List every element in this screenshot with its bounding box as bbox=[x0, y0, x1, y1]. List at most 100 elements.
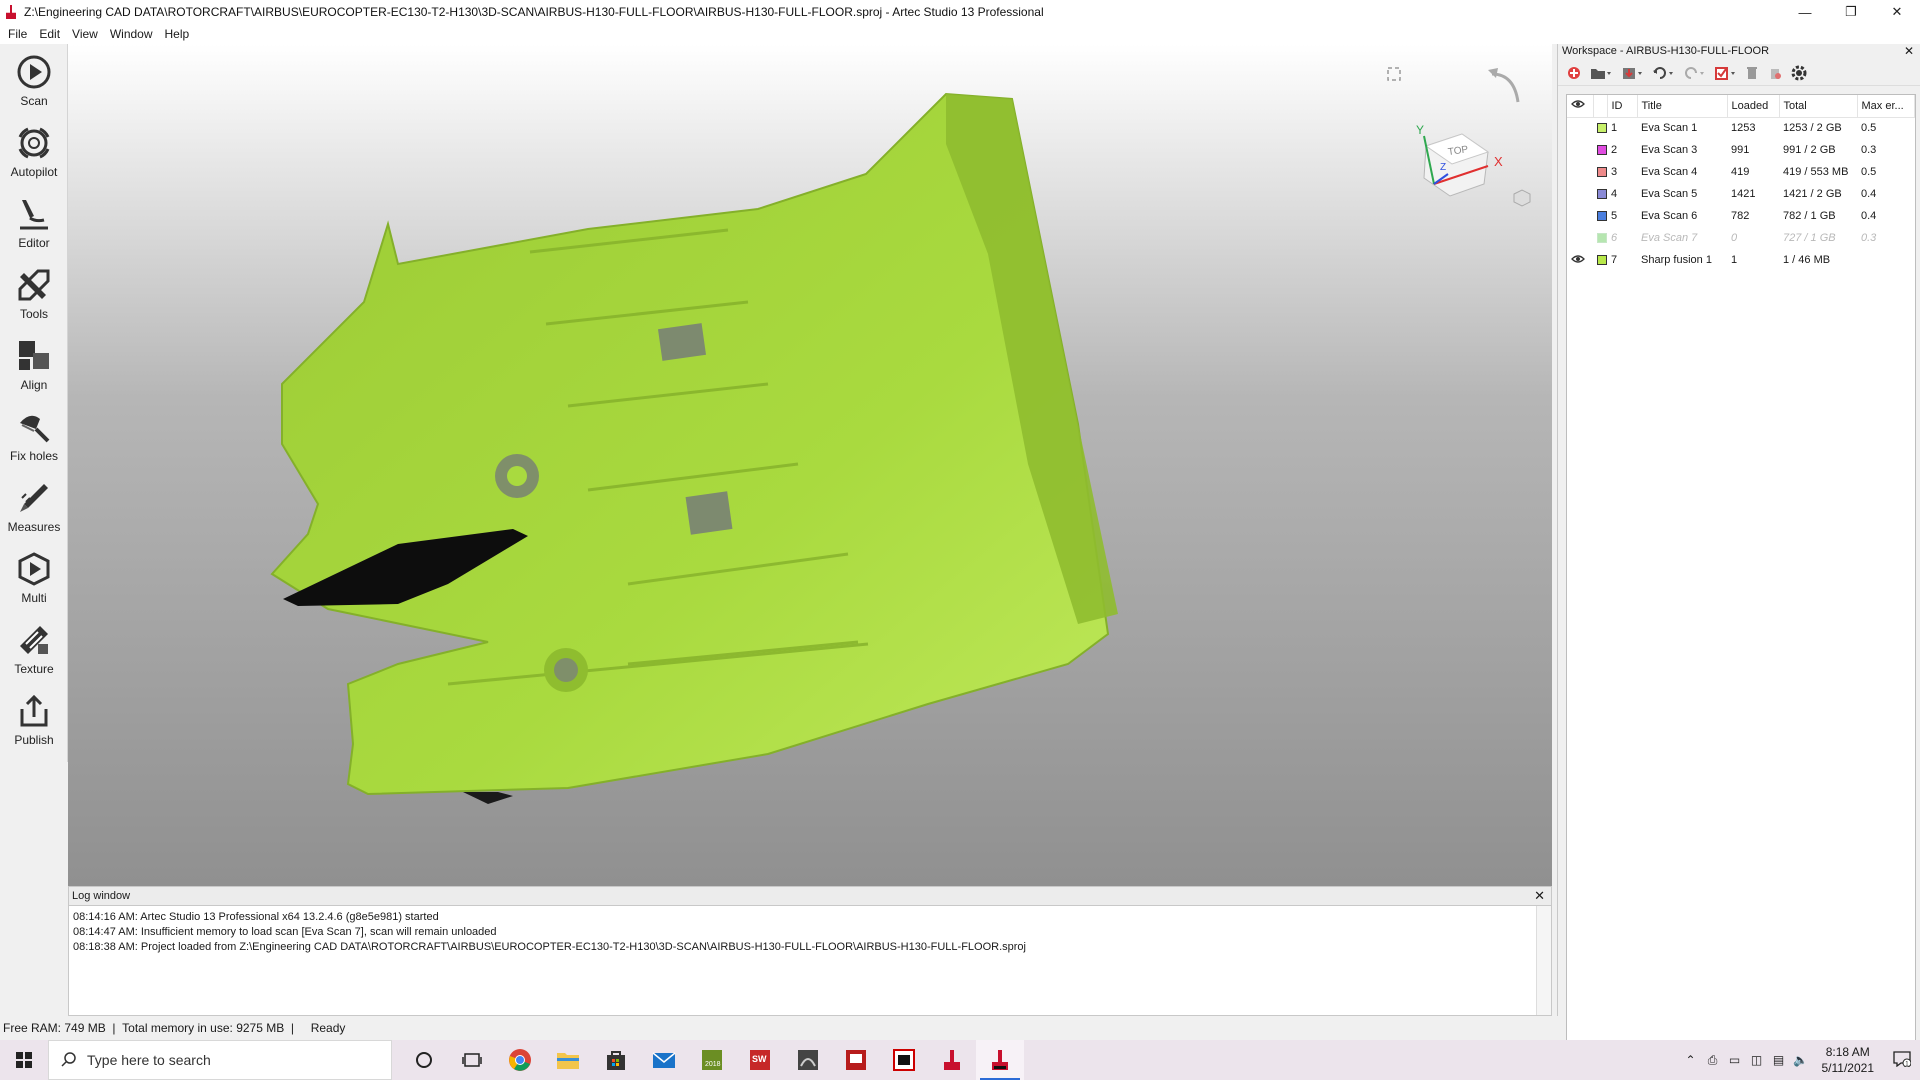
tool-multi[interactable]: Multi bbox=[0, 541, 68, 612]
axis-z-label: Z bbox=[1440, 162, 1446, 173]
undo-icon[interactable] bbox=[1649, 63, 1677, 83]
delete-icon[interactable] bbox=[1742, 63, 1762, 83]
restore-button[interactable]: ❐ bbox=[1828, 0, 1874, 24]
settings-gear-icon[interactable] bbox=[1788, 63, 1810, 83]
log-content: 08:14:16 AM: Artec Studio 13 Professiona… bbox=[69, 906, 1551, 959]
color-swatch[interactable] bbox=[1597, 255, 1607, 266]
color-swatch-cell[interactable] bbox=[1593, 183, 1607, 205]
artec-studio-icon[interactable] bbox=[976, 1040, 1024, 1080]
menu-file[interactable]: File bbox=[2, 27, 33, 41]
col-loaded[interactable]: Loaded bbox=[1727, 95, 1780, 118]
tool-texture[interactable]: Texture bbox=[0, 612, 68, 683]
visibility-toggle[interactable] bbox=[1567, 161, 1593, 183]
visibility-toggle[interactable] bbox=[1567, 205, 1593, 227]
battery-icon[interactable]: ▭ bbox=[1724, 1053, 1746, 1067]
open-folder-icon[interactable] bbox=[1587, 63, 1615, 83]
network-icon[interactable]: ◫ bbox=[1746, 1053, 1768, 1067]
chrome-icon[interactable] bbox=[496, 1040, 544, 1080]
windows-start-icon[interactable] bbox=[0, 1040, 48, 1080]
fit-view-icon[interactable] bbox=[1387, 67, 1401, 81]
display-icon[interactable]: ▤ bbox=[1768, 1053, 1790, 1067]
taskbar-search-input[interactable]: Type here to search bbox=[48, 1040, 392, 1080]
color-swatch[interactable] bbox=[1597, 145, 1607, 156]
visibility-toggle[interactable] bbox=[1567, 117, 1593, 139]
task-view-icon[interactable] bbox=[448, 1040, 496, 1080]
visibility-toggle[interactable] bbox=[1567, 249, 1593, 271]
visibility-toggle[interactable] bbox=[1567, 139, 1593, 161]
tool-fix-holes[interactable]: Fix holes bbox=[0, 399, 68, 470]
multi-icon bbox=[14, 549, 54, 589]
store-icon[interactable] bbox=[592, 1040, 640, 1080]
visibility-header[interactable] bbox=[1567, 95, 1594, 118]
tool-editor[interactable]: Editor bbox=[0, 186, 68, 257]
color-swatch[interactable] bbox=[1597, 189, 1607, 200]
col-total[interactable]: Total bbox=[1779, 95, 1858, 118]
perspective-cube-icon[interactable] bbox=[1513, 189, 1531, 207]
tool-scan[interactable]: Scan bbox=[0, 44, 68, 115]
delete-unloaded-icon[interactable] bbox=[1765, 63, 1785, 83]
new-project-icon[interactable] bbox=[1564, 63, 1584, 83]
tool-fix-holes-label: Fix holes bbox=[9, 448, 59, 463]
table-row[interactable]: 2 Eva Scan 3 991 991 / 2 GB 0.3 bbox=[1567, 139, 1915, 161]
tool-publish[interactable]: Publish bbox=[0, 683, 68, 754]
color-swatch-cell[interactable] bbox=[1593, 117, 1607, 139]
table-row[interactable]: 5 Eva Scan 6 782 782 / 1 GB 0.4 bbox=[1567, 205, 1915, 227]
chevron-up-icon[interactable]: ⌃ bbox=[1680, 1053, 1702, 1067]
col-title[interactable]: Title bbox=[1637, 95, 1728, 118]
volume-icon[interactable]: 🔈 bbox=[1790, 1053, 1812, 1067]
color-swatch[interactable] bbox=[1597, 167, 1607, 178]
3d-viewport[interactable]: TOP X Y Z bbox=[68, 44, 1552, 886]
visibility-toggle[interactable] bbox=[1567, 227, 1593, 249]
tool-tools[interactable]: Tools bbox=[0, 257, 68, 328]
menu-view[interactable]: View bbox=[66, 27, 104, 41]
align-icon bbox=[14, 336, 54, 376]
cortana-icon[interactable] bbox=[400, 1040, 448, 1080]
solidworks-2018-red-icon[interactable]: SW bbox=[736, 1040, 784, 1080]
menu-help[interactable]: Help bbox=[159, 27, 196, 41]
solidworks-electrical-icon[interactable] bbox=[832, 1040, 880, 1080]
color-swatch[interactable] bbox=[1597, 233, 1607, 244]
tool-autopilot[interactable]: Autopilot bbox=[0, 115, 68, 186]
select-checkbox-icon[interactable] bbox=[1711, 63, 1739, 83]
table-row[interactable]: 4 Eva Scan 5 1421 1421 / 2 GB 0.4 bbox=[1567, 183, 1915, 205]
tool-align-label: Align bbox=[20, 377, 48, 392]
close-icon[interactable]: ✕ bbox=[1904, 44, 1914, 59]
artec-icon[interactable] bbox=[928, 1040, 976, 1080]
menu-edit[interactable]: Edit bbox=[33, 27, 66, 41]
notification-icon[interactable]: 1 bbox=[1884, 1050, 1920, 1070]
solidworks-2018-icon[interactable]: 2018 bbox=[688, 1040, 736, 1080]
log-scrollbar[interactable] bbox=[1536, 906, 1551, 1015]
color-swatch-cell[interactable] bbox=[1593, 249, 1607, 271]
tool-align[interactable]: Align bbox=[0, 328, 68, 399]
minimize-button[interactable]: — bbox=[1782, 0, 1828, 24]
color-swatch-cell[interactable] bbox=[1593, 227, 1607, 249]
col-max-error[interactable]: Max er... bbox=[1857, 95, 1915, 118]
printer-icon[interactable]: ⎙ bbox=[1702, 1053, 1724, 1068]
table-row[interactable]: 6 Eva Scan 7 0 727 / 1 GB 0.3 bbox=[1567, 227, 1915, 249]
close-icon[interactable]: ✕ bbox=[1534, 887, 1545, 905]
tool-measures[interactable]: Measures bbox=[0, 470, 68, 541]
visibility-toggle[interactable] bbox=[1567, 183, 1593, 205]
netflix-like-icon[interactable] bbox=[880, 1040, 928, 1080]
scan-model-view[interactable]: TOP X Y Z bbox=[68, 44, 1552, 886]
solidworks-composer-icon[interactable] bbox=[784, 1040, 832, 1080]
redo-icon[interactable] bbox=[1680, 63, 1708, 83]
menu-window[interactable]: Window bbox=[104, 27, 159, 41]
orientation-gizmo[interactable]: TOP X Y Z bbox=[1416, 123, 1503, 197]
taskbar-clock[interactable]: 8:18 AM 5/11/2021 bbox=[1812, 1044, 1885, 1076]
mail-icon[interactable] bbox=[640, 1040, 688, 1080]
file-explorer-icon[interactable] bbox=[544, 1040, 592, 1080]
rotate-view-icon[interactable] bbox=[1488, 68, 1520, 103]
color-swatch[interactable] bbox=[1597, 123, 1607, 134]
status-separator: | bbox=[105, 1021, 123, 1035]
color-swatch-cell[interactable] bbox=[1593, 139, 1607, 161]
table-row[interactable]: 7 Sharp fusion 1 1 1 / 46 MB bbox=[1567, 249, 1915, 271]
color-swatch-cell[interactable] bbox=[1593, 205, 1607, 227]
import-icon[interactable] bbox=[1618, 63, 1646, 83]
col-id[interactable]: ID bbox=[1607, 95, 1638, 118]
table-row[interactable]: 3 Eva Scan 4 419 419 / 553 MB 0.5 bbox=[1567, 161, 1915, 183]
color-swatch-cell[interactable] bbox=[1593, 161, 1607, 183]
color-swatch[interactable] bbox=[1597, 211, 1607, 222]
close-button[interactable]: ✕ bbox=[1874, 0, 1920, 24]
table-row[interactable]: 1 Eva Scan 1 1253 1253 / 2 GB 0.5 bbox=[1567, 117, 1915, 139]
